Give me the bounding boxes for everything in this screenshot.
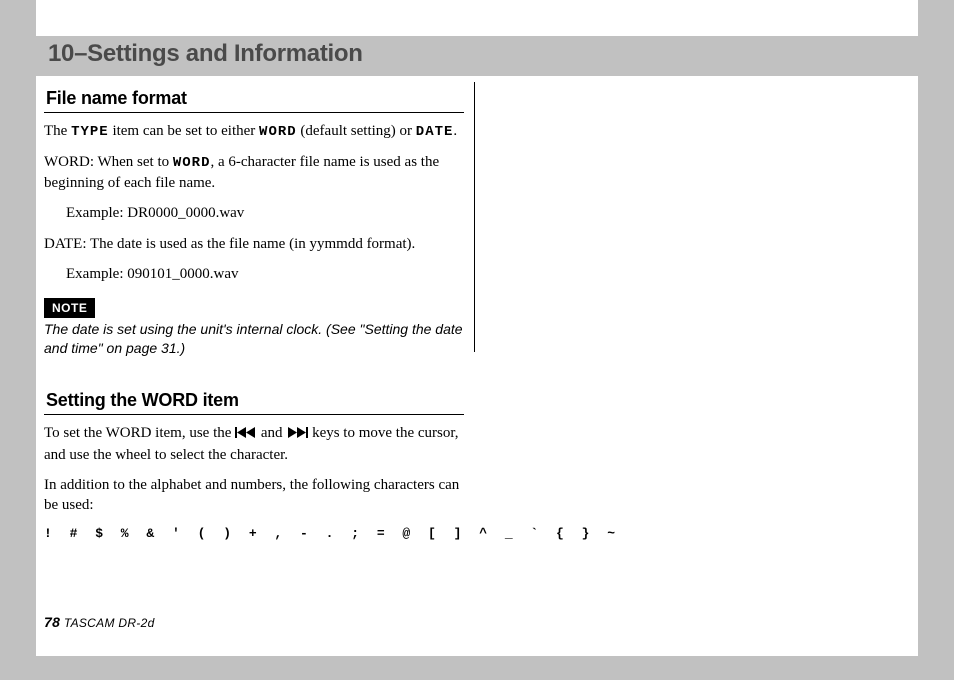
column-divider bbox=[474, 82, 475, 352]
skip-forward-icon bbox=[286, 424, 308, 444]
lcd-text-word: WORD bbox=[173, 155, 211, 171]
text: and bbox=[261, 425, 286, 441]
left-column: File name format The TYPE item can be se… bbox=[44, 86, 464, 543]
section-title-setting-word: Setting the WORD item bbox=[44, 388, 464, 415]
special-characters-list: ! # $ % & ' ( ) + , - . ; = @ [ ] ^ _ ` … bbox=[44, 525, 464, 543]
page-number: 78 bbox=[44, 614, 60, 630]
text: item can be set to either bbox=[109, 123, 259, 139]
text: . bbox=[453, 123, 457, 139]
note-body: The date is set using the unit's interna… bbox=[44, 320, 464, 358]
product-name: TASCAM DR-2d bbox=[64, 616, 155, 630]
spacer bbox=[44, 374, 464, 388]
text: To set the WORD item, use the bbox=[44, 425, 235, 441]
skip-back-icon bbox=[235, 424, 257, 444]
chapter-heading-bar: 10–Settings and Information bbox=[36, 36, 918, 76]
lcd-text-date: DATE bbox=[416, 124, 454, 140]
example-line: Example: 090101_0000.wav bbox=[66, 264, 464, 284]
lcd-text-type: TYPE bbox=[71, 124, 109, 140]
lcd-text-word: WORD bbox=[259, 124, 297, 140]
manual-page: 10–Settings and Information File name fo… bbox=[36, 0, 918, 656]
text: (default setting) or bbox=[297, 123, 416, 139]
example-line: Example: DR0000_0000.wav bbox=[66, 203, 464, 223]
chapter-title: 10–Settings and Information bbox=[48, 40, 363, 68]
text: The bbox=[44, 123, 71, 139]
paragraph: DATE: The date is used as the file name … bbox=[44, 234, 464, 254]
paragraph: WORD: When set to WORD, a 6-character fi… bbox=[44, 152, 464, 193]
paragraph: In addition to the alphabet and numbers,… bbox=[44, 475, 464, 516]
text: WORD: When set to bbox=[44, 154, 173, 170]
section-title-file-name-format: File name format bbox=[44, 86, 464, 113]
paragraph: The TYPE item can be set to either WORD … bbox=[44, 121, 464, 142]
paragraph: To set the WORD item, use the and keys t… bbox=[44, 423, 464, 465]
note-badge: NOTE bbox=[44, 298, 95, 318]
page-footer: 78 TASCAM DR-2d bbox=[44, 614, 155, 630]
